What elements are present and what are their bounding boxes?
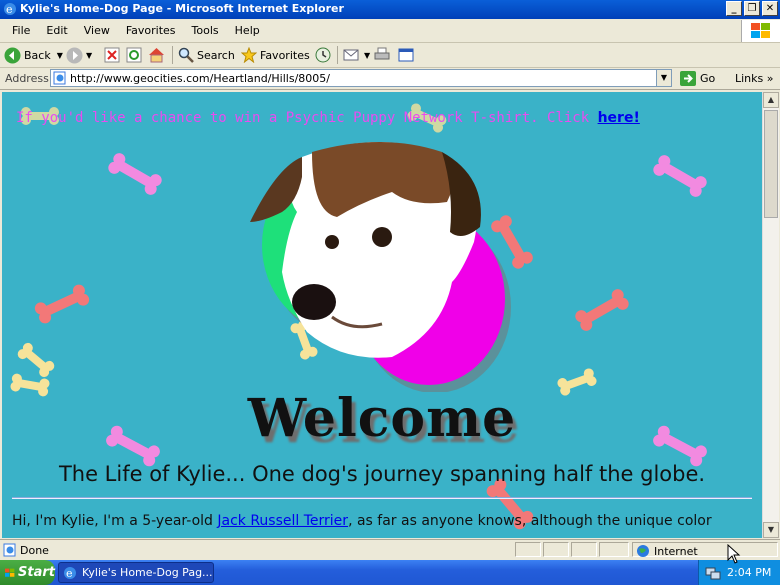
mail-dropdown-icon[interactable]: ▼ [364,51,370,60]
taskbar-ie-label: Kylie's Home-Dog Pag... [82,566,213,579]
home-icon [149,48,164,63]
forward-arrow-icon [66,47,83,63]
scroll-down-button[interactable]: ▼ [763,522,779,538]
go-label: Go [700,72,716,85]
page-subtitle: The Life of Kylie... One dog's journey s… [58,462,706,486]
windows-logo-icon [5,568,15,577]
security-zone[interactable]: Internet [636,544,698,558]
status-text: Done [20,544,49,557]
search-label: Search [197,48,235,62]
window-title-bar[interactable]: e Kylie's Home-Dog Page - Microsoft Inte… [0,0,780,19]
back-button[interactable]: Back ▼ [4,46,63,64]
ie-logo-icon: e [64,566,76,580]
minimize-button[interactable]: _ [726,1,742,16]
clock[interactable]: 2:04 PM [727,566,771,579]
bone-decoration-icon [34,284,90,324]
refresh-icon [126,47,142,63]
ie-logo-icon: e [4,3,16,16]
back-dropdown-icon[interactable]: ▼ [57,51,63,60]
dog-portrait-image [250,142,511,392]
taskbar-ie-window[interactable]: e Kylie's Home-Dog Pag... [58,562,214,583]
go-arrow-icon [680,71,696,86]
bone-decoration-icon [653,155,707,197]
links-button[interactable]: Links » [735,72,774,85]
page-content: If you'd like a chance to win a Psychic … [2,92,762,538]
standard-toolbar: Back ▼ ▼ Search Favorites ▼ [0,43,780,68]
menu-help[interactable]: Help [227,24,268,37]
restore-button[interactable]: ❐ [744,1,760,16]
links-label: Links [735,72,764,85]
window-title: Kylie's Home-Dog Page - Microsoft Intern… [20,2,344,15]
refresh-button[interactable] [126,46,145,64]
history-button[interactable] [315,46,334,64]
jack-russell-terrier-link[interactable]: Jack Russell Terrier [217,513,348,529]
bone-decoration-icon [108,153,162,195]
address-label: Address [5,72,49,85]
home-button[interactable] [148,46,168,64]
forward-button[interactable]: ▼ [66,46,92,64]
back-label: Back [24,48,51,62]
address-input[interactable]: http://www.geocities.com/Heartland/Hills… [50,69,672,87]
search-button[interactable]: Search [178,46,235,64]
search-icon [178,47,194,63]
svg-text:e: e [6,3,13,16]
page-icon [53,71,66,85]
globe-icon [637,545,649,557]
windows-logo-icon [741,20,780,42]
promo-link[interactable]: here! [598,110,640,126]
address-dropdown-icon[interactable]: ▼ [656,70,671,86]
start-button[interactable]: Start [0,560,55,585]
start-label: Start [18,565,55,580]
print-icon [374,47,390,60]
forward-dropdown-icon[interactable]: ▼ [86,51,92,60]
menu-bar: File Edit View Favorites Tools Help [0,20,780,43]
menu-view[interactable]: View [76,24,118,37]
back-arrow-icon [4,47,21,63]
menu-favorites[interactable]: Favorites [118,24,184,37]
close-button[interactable]: ✕ [762,1,778,16]
menu-file[interactable]: File [4,24,38,37]
history-icon [315,47,331,63]
print-button[interactable] [374,46,393,64]
svg-text:e: e [66,567,73,580]
stop-button[interactable] [104,46,123,64]
vertical-scrollbar[interactable]: ▲ ▼ [762,92,779,538]
scroll-thumb[interactable] [764,110,778,218]
mail-button[interactable]: ▼ [343,46,370,64]
scroll-up-button[interactable]: ▲ [763,92,779,108]
intro-text-end: , as far as anyone knows, although the u… [348,513,712,529]
promo-message: If you'd like a chance to win a Psychic … [16,110,590,126]
favorites-label: Favorites [260,48,310,62]
intro-paragraph: Hi, I'm Kylie, I'm a 5-year-old Jack Rus… [12,510,757,532]
promo-text: If you'd like a chance to win a Psychic … [16,110,640,126]
menu-edit[interactable]: Edit [38,24,75,37]
zone-label: Internet [654,544,698,558]
horizontal-rule [12,497,752,499]
go-button[interactable]: Go [680,71,715,86]
bone-decoration-icon [575,289,629,331]
address-bar: Address http://www.geocities.com/Heartla… [0,68,780,90]
favorites-button[interactable]: Favorites [241,46,310,64]
status-bar: Done Internet [0,539,780,560]
network-icon[interactable] [705,565,721,581]
edit-page-icon [398,48,414,62]
mouse-cursor-icon [727,544,741,564]
address-url[interactable]: http://www.geocities.com/Heartland/Hills… [70,72,330,85]
mail-icon [343,49,359,61]
intro-text-start: Hi, I'm Kylie, I'm a 5-year-old [12,513,213,529]
menu-tools[interactable]: Tools [184,24,227,37]
stop-icon [104,47,120,63]
favorites-star-icon [241,47,257,63]
edit-page-button[interactable] [398,46,417,64]
page-done-icon [3,543,16,557]
welcome-heading: Welcome [247,388,517,449]
taskbar: Start e Kylie's Home-Dog Pag... 2:04 PM [0,560,780,585]
